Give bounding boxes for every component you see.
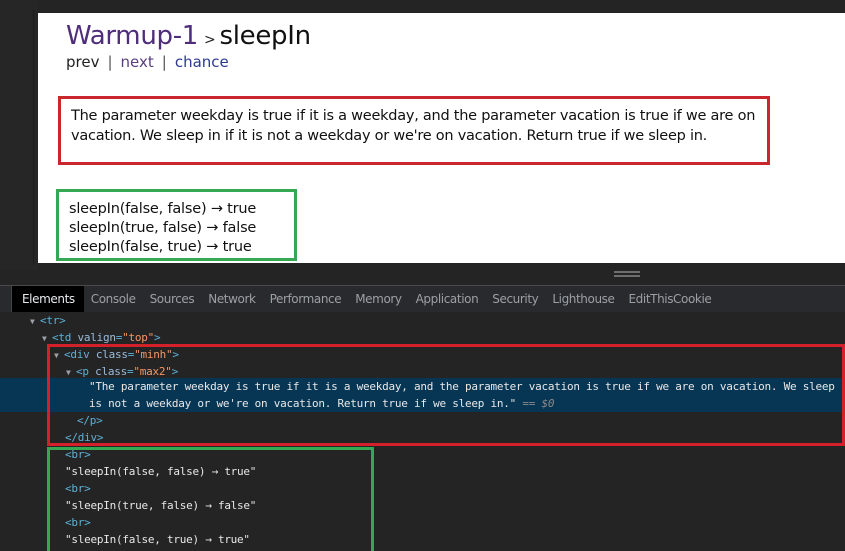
tab-application[interactable]: Application bbox=[409, 286, 486, 312]
tab-performance[interactable]: Performance bbox=[263, 286, 349, 312]
chance-link[interactable]: chance bbox=[175, 53, 229, 71]
devtools-grip bbox=[0, 286, 12, 312]
expand-triangle-icon[interactable]: ▼ bbox=[30, 313, 40, 330]
tab-sources[interactable]: Sources bbox=[143, 286, 202, 312]
tab-security[interactable]: Security bbox=[485, 286, 545, 312]
prev-label: prev bbox=[66, 53, 100, 71]
example-line: sleepIn(false, true) → true bbox=[69, 239, 252, 255]
tab-elements[interactable]: Elements bbox=[12, 286, 84, 312]
dom-node-tr[interactable]: ▼ <tr> bbox=[30, 312, 66, 329]
example-line: sleepIn(true, false) → false bbox=[69, 220, 257, 236]
devtools-resize-handle[interactable] bbox=[614, 271, 640, 277]
description-box: The parameter weekday is true if it is a… bbox=[58, 96, 770, 165]
page-viewport: Warmup-1 > sleepIn prev | next | chance The pa… bbox=[38, 13, 845, 263]
nav-divider: | bbox=[161, 53, 167, 71]
problem-nav: prev | next | chance bbox=[66, 53, 229, 71]
devtools-tabs: Elements Console Sources Network Performance… bbox=[12, 286, 718, 312]
tab-memory[interactable]: Memory bbox=[348, 286, 408, 312]
problem-name: sleepIn bbox=[219, 21, 311, 51]
nav-divider: | bbox=[107, 53, 113, 71]
next-link[interactable]: next bbox=[121, 53, 154, 71]
left-gutter bbox=[0, 0, 38, 270]
tab-console[interactable]: Console bbox=[84, 286, 143, 312]
tab-editthiscookie[interactable]: EditThisCookie bbox=[622, 286, 719, 312]
page-title: Warmup-1 > sleepIn bbox=[66, 21, 311, 51]
annotation-red-box bbox=[47, 344, 845, 446]
breadcrumb-separator: > bbox=[204, 32, 216, 48]
annotation-green-box bbox=[47, 447, 374, 551]
problem-description: The parameter weekday is true if it is a… bbox=[71, 108, 756, 144]
tab-lighthouse[interactable]: Lighthouse bbox=[545, 286, 621, 312]
examples-box: sleepIn(false, false) → true sleepIn(tru… bbox=[56, 189, 297, 261]
tab-network[interactable]: Network bbox=[201, 286, 262, 312]
breadcrumb-warmup-1[interactable]: Warmup-1 bbox=[66, 21, 198, 51]
example-line: sleepIn(false, false) → true bbox=[69, 201, 257, 217]
devtools-tabbar: Elements Console Sources Network Performance… bbox=[0, 286, 845, 313]
